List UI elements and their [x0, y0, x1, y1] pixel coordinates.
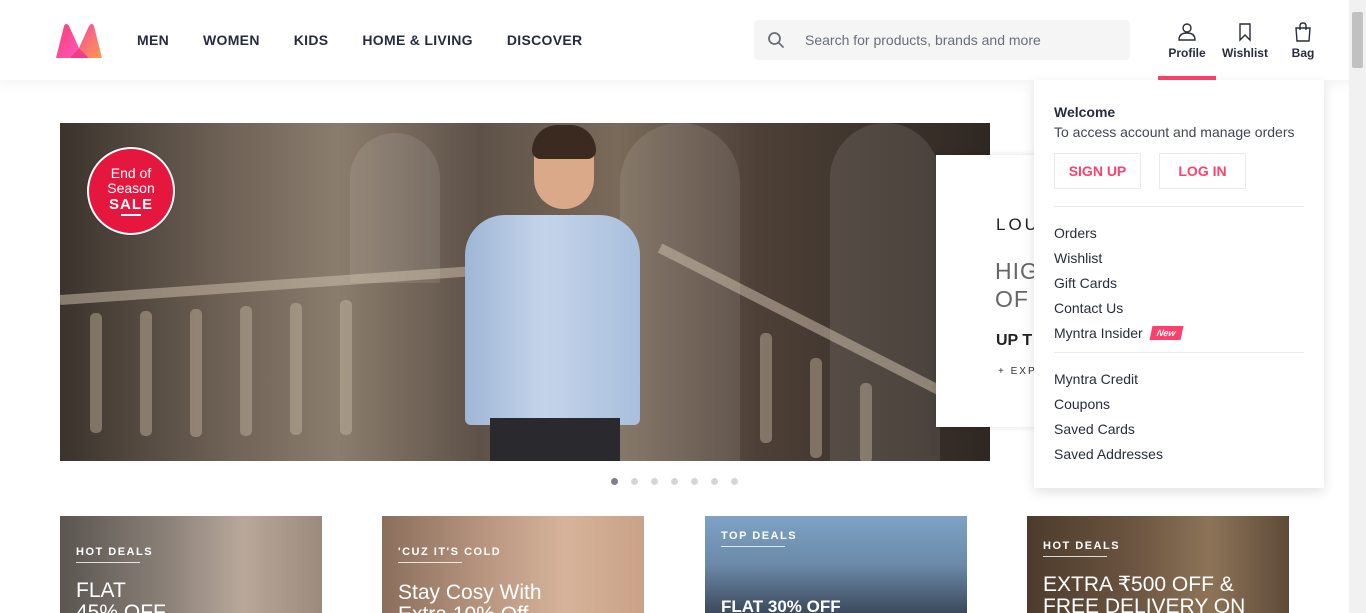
baluster	[340, 300, 352, 435]
sign-up-button[interactable]: SIGN UP	[1054, 153, 1141, 189]
baluster	[240, 306, 252, 436]
sale-badge-line1: End of	[110, 165, 152, 181]
header-actions: Profile Wishlist Bag	[1158, 0, 1332, 80]
menu-item-gift-cards[interactable]: Gift Cards	[1054, 275, 1117, 291]
carousel-dot[interactable]	[611, 478, 618, 485]
main-nav: MEN WOMEN KIDS HOME & LIVING DISCOVER	[137, 0, 616, 80]
tile-kicker: HOT DEALS	[1043, 540, 1120, 557]
wishlist-label: Wishlist	[1222, 46, 1268, 60]
profile-icon	[1178, 23, 1196, 41]
sale-badge-underline	[121, 214, 141, 216]
hero-arch	[830, 123, 940, 461]
menu-item-wishlist[interactable]: Wishlist	[1054, 250, 1102, 266]
tile-title: Stay Cosy With	[398, 581, 542, 604]
search-input[interactable]	[805, 21, 1125, 59]
bag-icon	[1295, 22, 1311, 42]
baluster	[290, 303, 302, 435]
nav-discover[interactable]: DISCOVER	[507, 32, 583, 48]
menu-item-orders[interactable]: Orders	[1054, 225, 1097, 241]
hero-arch	[350, 133, 440, 283]
baluster	[860, 383, 872, 461]
myntra-logo[interactable]	[54, 22, 104, 58]
search-bar	[754, 20, 1130, 60]
menu-item-saved-cards[interactable]: Saved Cards	[1054, 421, 1135, 437]
model-hair	[532, 125, 596, 159]
dropdown-divider	[1054, 206, 1304, 207]
baluster	[90, 313, 102, 433]
site-header: MEN WOMEN KIDS HOME & LIVING DISCOVER Pr…	[0, 0, 1366, 80]
bag-button[interactable]: Bag	[1274, 0, 1332, 80]
deal-tile-3[interactable]: TOP DEALS FLAT 30% OFF	[705, 516, 967, 613]
carousel-dot[interactable]	[711, 478, 718, 485]
dropdown-welcome: Welcome	[1054, 104, 1116, 120]
hero-explore-link[interactable]: + EXP	[998, 366, 1037, 377]
page-scrollbar[interactable]	[1349, 0, 1366, 613]
tile-title: EXTRA ₹500 OFF &	[1043, 573, 1234, 596]
bag-label: Bag	[1291, 46, 1315, 60]
sale-badge-line2: Season	[107, 180, 155, 196]
tile-kicker: HOT DEALS	[76, 546, 153, 563]
baluster	[810, 358, 822, 458]
hero-headline-1: HIG	[995, 258, 1039, 284]
end-of-season-sale-badge: End of Season SALE	[87, 147, 175, 235]
model-pants	[490, 418, 620, 461]
scrollbar-thumb[interactable]	[1352, 12, 1363, 68]
tile-title: 45% OFF	[76, 601, 166, 613]
wishlist-button[interactable]: Wishlist	[1216, 0, 1274, 80]
nav-kids[interactable]: KIDS	[294, 32, 329, 48]
profile-button[interactable]: Profile	[1158, 0, 1216, 80]
search-icon[interactable]	[767, 31, 785, 49]
tile-title: FLAT	[76, 579, 126, 602]
bookmark-icon	[1239, 23, 1251, 42]
tile-kicker: 'CUZ IT'S COLD	[398, 546, 501, 563]
carousel-dot[interactable]	[651, 478, 658, 485]
tile-title: FREE DELIVERY ON	[1043, 595, 1246, 613]
new-badge: New	[1149, 326, 1183, 340]
tile-title: FLAT 30% OFF	[721, 597, 841, 613]
carousel-dots	[611, 478, 751, 485]
log-in-button[interactable]: LOG IN	[1159, 153, 1246, 189]
deal-tile-1[interactable]: HOT DEALS FLAT 45% OFF	[60, 516, 322, 613]
baluster	[190, 309, 202, 437]
deal-tile-4[interactable]: HOT DEALS EXTRA ₹500 OFF & FREE DELIVERY…	[1027, 516, 1289, 613]
sale-badge-line3: SALE	[108, 196, 153, 213]
baluster	[760, 333, 772, 443]
hero-offer: UP T	[996, 332, 1033, 349]
menu-item-label: Myntra Insider	[1054, 325, 1143, 341]
baluster	[140, 311, 152, 436]
deal-tile-2[interactable]: 'CUZ IT'S COLD Stay Cosy With Extra 10% …	[382, 516, 644, 613]
profile-label: Profile	[1168, 46, 1206, 60]
menu-item-coupons[interactable]: Coupons	[1054, 396, 1110, 412]
nav-men[interactable]: MEN	[137, 32, 169, 48]
carousel-dot[interactable]	[671, 478, 678, 485]
carousel-dot[interactable]	[691, 478, 698, 485]
dropdown-subtitle: To access account and manage orders	[1054, 124, 1295, 140]
model-shirt	[465, 215, 640, 425]
carousel-dot[interactable]	[631, 478, 638, 485]
dropdown-divider	[1054, 352, 1304, 353]
nav-women[interactable]: WOMEN	[203, 32, 260, 48]
menu-item-myntra-insider[interactable]: Myntra Insider New	[1054, 325, 1183, 341]
nav-home-living[interactable]: HOME & LIVING	[362, 32, 472, 48]
hero-headline-2: OF	[995, 286, 1029, 312]
profile-dropdown: Welcome To access account and manage ord…	[1034, 80, 1324, 488]
menu-item-contact-us[interactable]: Contact Us	[1054, 300, 1123, 316]
menu-item-myntra-credit[interactable]: Myntra Credit	[1054, 371, 1138, 387]
menu-item-saved-addresses[interactable]: Saved Addresses	[1054, 446, 1163, 462]
hero-banner[interactable]: End of Season SALE	[60, 123, 990, 461]
tile-title: Extra 10% Off	[398, 604, 528, 613]
tile-kicker: TOP DEALS	[721, 530, 797, 547]
carousel-dot[interactable]	[731, 478, 738, 485]
